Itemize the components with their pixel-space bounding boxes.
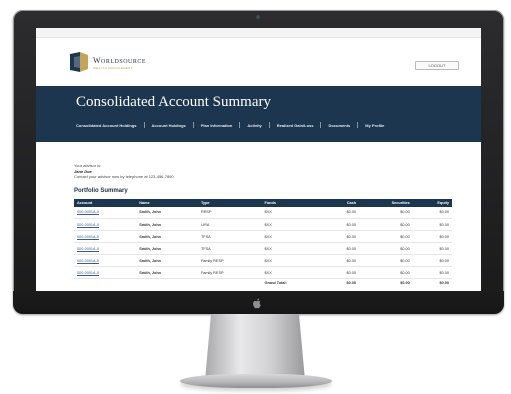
securities-value: $0.00: [359, 242, 413, 255]
account-link[interactable]: 000-0001A-0: [74, 218, 137, 231]
apple-logo-icon: [253, 298, 261, 309]
nav-divider: [143, 122, 145, 128]
column-header-funds[interactable]: Funds: [262, 199, 325, 207]
securities-value: $0.00: [359, 230, 413, 243]
securities-value: $0.00: [359, 266, 413, 279]
table-header-row: Account Name Type Funds Cash Securities …: [74, 198, 452, 207]
account-type: TFSA: [197, 230, 262, 243]
nav-divider: [192, 122, 194, 128]
imac-monitor: Worldsource WEALTH MANAGEMENT LOGOUT Con…: [13, 10, 504, 314]
column-header-account[interactable]: Account: [74, 199, 136, 207]
grand-total-securities: $0.00: [400, 281, 410, 286]
cash-value: $0.00: [324, 266, 360, 279]
table-row: 000-0001A-0 Smith, John TFSA $XX $0.00 $…: [74, 230, 452, 243]
portfolio-table: Account Name Type Funds Cash Securities …: [74, 198, 452, 288]
site-header: Worldsource WEALTH MANAGEMENT LOGOUT: [36, 38, 481, 86]
monitor-stand: [205, 314, 305, 380]
nav-plan-information[interactable]: Plan Information: [201, 123, 233, 128]
table-row: 000-0001A-0 Smith, John Family RESP $XX …: [74, 254, 452, 267]
grand-total-cash: $0.00: [346, 281, 357, 286]
funds-value: $XX: [261, 254, 325, 267]
browser-top-bar: [36, 28, 481, 38]
account-type: RRSP: [197, 206, 262, 219]
account-type: Family RESP: [197, 254, 262, 267]
securities-value: $0.00: [359, 218, 413, 231]
main-content: Your advisor is: Jane Doe Contact your a…: [36, 163, 481, 288]
nav-divider: [239, 122, 241, 128]
table-row: 000-0001A-0 Smith, John Family RESP $XX …: [74, 266, 452, 279]
account-holder: Smith, John: [136, 254, 198, 267]
table-row: 000-0001A-0 Smith, John LIRA $XX $0.00 $…: [74, 218, 452, 231]
account-link[interactable]: 000-0001A-0: [74, 266, 137, 279]
funds-value: $XX: [261, 230, 325, 243]
monitor-stand-base: [180, 374, 332, 388]
equity-value: $0.00: [412, 206, 452, 219]
nav-account-holdings[interactable]: Account Holdings: [152, 123, 186, 128]
funds-value: $XX: [261, 266, 325, 279]
equity-value: $0.00: [412, 254, 452, 267]
portfolio-summary-title: Portfolio Summary: [74, 187, 128, 194]
nav-realized-gain-loss[interactable]: Realized Gain/Loss: [277, 123, 314, 128]
column-header-type[interactable]: Type: [198, 199, 262, 207]
account-holder: Smith, John: [136, 266, 198, 279]
table-row: 000-0001A-0 Smith, John TFSA $XX $0.00 $…: [74, 242, 452, 255]
column-header-cash[interactable]: Cash: [325, 199, 360, 207]
account-holder: Smith, John: [136, 206, 198, 219]
account-type: Family RESP: [197, 266, 262, 279]
column-header-name[interactable]: Name: [136, 199, 198, 207]
funds-value: $XX: [261, 218, 325, 231]
grand-total-label: Grand Total:: [264, 281, 287, 286]
nav-divider: [357, 122, 359, 128]
securities-value: $0.00: [359, 206, 413, 219]
grand-total-equity: $0.00: [439, 281, 449, 286]
funds-value: $XX: [261, 206, 325, 219]
account-type: TFSA: [197, 242, 262, 255]
nav-divider: [320, 122, 322, 128]
main-nav: Consolidated Account Holdings Account Ho…: [76, 122, 384, 128]
logout-button[interactable]: LOGOUT: [415, 61, 459, 70]
equity-value: $0.00: [412, 242, 452, 255]
securities-value: $0.00: [359, 254, 413, 267]
nav-my-profile[interactable]: My Profile: [365, 123, 384, 128]
page-title: Consolidated Account Summary: [76, 94, 271, 110]
account-link[interactable]: 000-0001A-0: [74, 206, 137, 219]
account-type: LIRA: [197, 218, 262, 231]
advisor-info: Your advisor is: Jane Doe Contact your a…: [74, 163, 443, 180]
page-banner: Consolidated Account Summary Consolidate…: [36, 86, 481, 142]
browser-screen: Worldsource WEALTH MANAGEMENT LOGOUT Con…: [36, 28, 481, 292]
brand-logo-icon[interactable]: [70, 52, 88, 72]
grand-total-row: Grand Total: $0.00 $0.00 $0.00: [74, 279, 452, 288]
cash-value: $0.00: [324, 218, 360, 231]
nav-activity[interactable]: Activity: [247, 123, 261, 128]
brand-name: Worldsource: [93, 56, 147, 65]
nav-documents[interactable]: Documents: [328, 123, 350, 128]
equity-value: $0.00: [412, 218, 452, 231]
account-link[interactable]: 000-0001A-0: [74, 242, 137, 255]
account-link[interactable]: 000-0001A-0: [74, 254, 137, 267]
camera-icon: [256, 15, 260, 19]
column-header-equity[interactable]: Equity: [413, 199, 452, 207]
account-link[interactable]: 000-0001A-0: [74, 230, 137, 243]
account-holder: Smith, John: [136, 230, 198, 243]
cash-value: $0.00: [324, 206, 360, 219]
table-row: 000-0001A-0 Smith, John RRSP $XX $0.00 $…: [74, 206, 452, 219]
funds-value: $XX: [261, 242, 325, 255]
column-header-securities[interactable]: Securities: [359, 199, 413, 207]
advisor-contact: Contact your advisor now by telephone at…: [74, 174, 174, 179]
equity-value: $0.00: [412, 266, 452, 279]
nav-divider: [268, 122, 270, 128]
equity-value: $0.00: [412, 230, 452, 243]
cash-value: $0.00: [324, 230, 360, 243]
nav-consolidated-holdings[interactable]: Consolidated Account Holdings: [76, 123, 137, 128]
account-holder: Smith, John: [136, 242, 198, 255]
account-holder: Smith, John: [136, 218, 198, 231]
brand-tagline: WEALTH MANAGEMENT: [93, 66, 133, 70]
cash-value: $0.00: [324, 242, 360, 255]
cash-value: $0.00: [324, 254, 360, 267]
